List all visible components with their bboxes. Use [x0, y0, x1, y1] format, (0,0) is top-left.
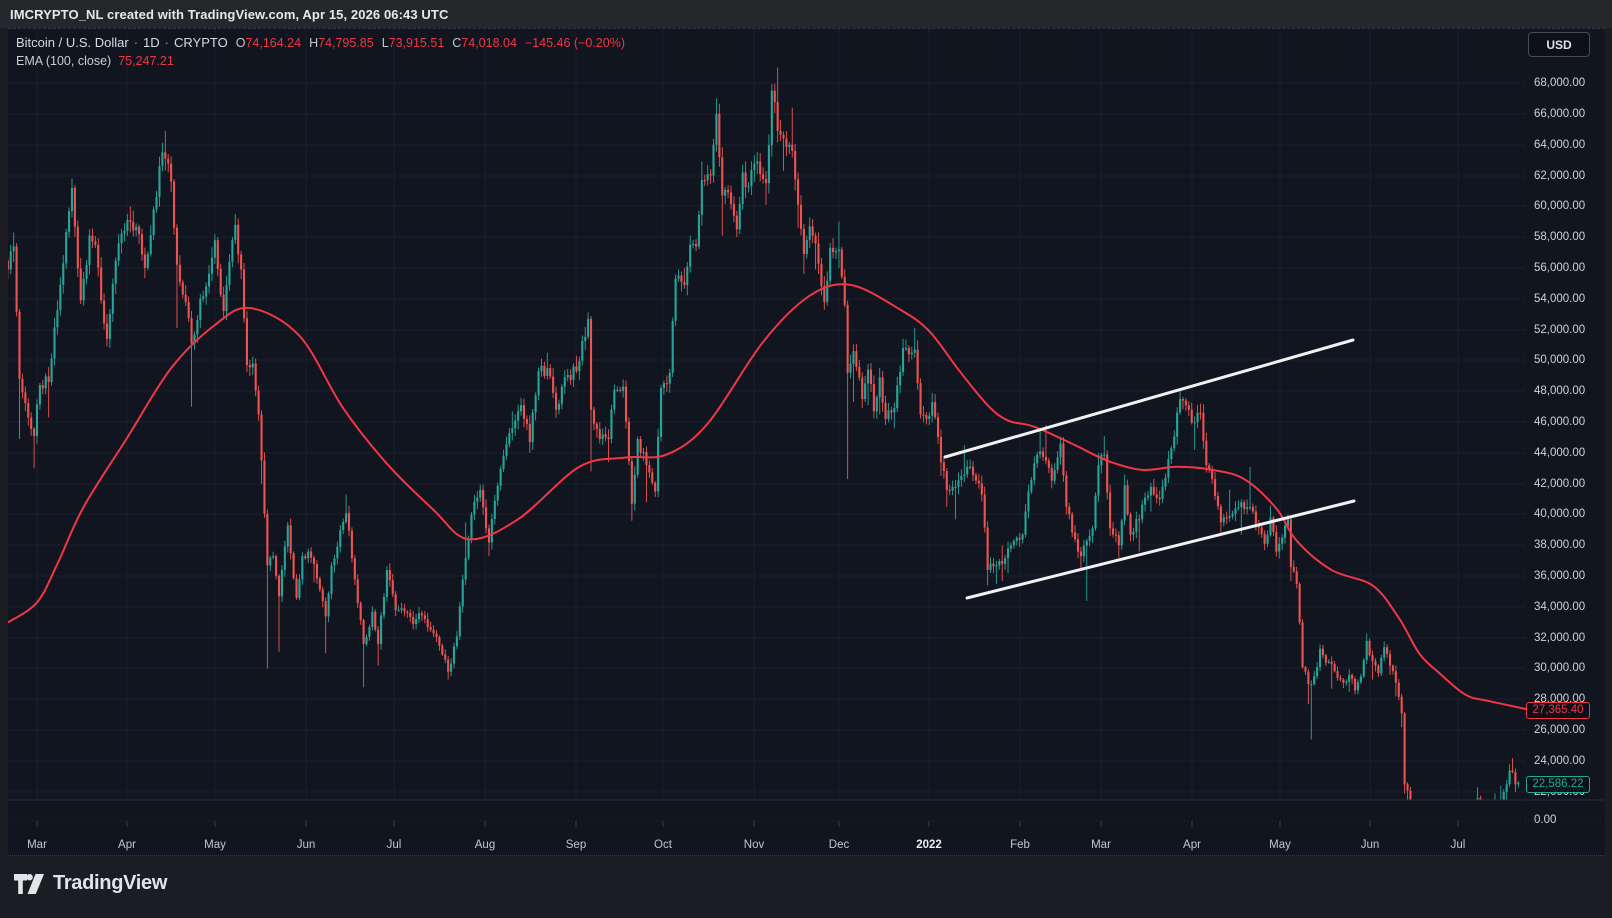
time-axis-label: Aug — [475, 836, 495, 854]
tradingview-logo-text: TradingView — [53, 872, 167, 895]
time-axis-label: Apr — [118, 836, 136, 854]
time-axis-label: Jul — [387, 836, 402, 854]
time-axis-label: Apr — [1183, 836, 1201, 854]
indicator-name[interactable]: EMA (100, close) — [16, 53, 111, 69]
price-axis-label: 42,000.00 — [1534, 476, 1604, 492]
price-axis-label: 54,000.00 — [1534, 291, 1604, 307]
ema-price-flag: 27,365.40 — [1526, 702, 1590, 719]
ohlc-open: O74,164.24 — [236, 35, 301, 51]
change-value: −145.46 (−0.20%) — [525, 35, 625, 51]
price-axis-label: 32,000.00 — [1534, 630, 1604, 646]
price-axis-label: 30,000.00 — [1534, 660, 1604, 676]
tradingview-logo[interactable]: TradingView — [14, 872, 167, 895]
price-axis-label: 64,000.00 — [1534, 137, 1604, 153]
price-axis-label: 0.00 — [1534, 812, 1604, 828]
price-axis-label: 48,000.00 — [1534, 383, 1604, 399]
time-axis-label: May — [1269, 836, 1291, 854]
separator-dot: · — [134, 35, 138, 51]
ohlc-high: H74,795.85 — [309, 35, 374, 51]
indicator-row: EMA (100, close) 75,247.21 — [16, 53, 625, 69]
time-axis-label: Mar — [1091, 836, 1111, 854]
price-axis-label: 24,000.00 — [1534, 753, 1604, 769]
last-price-flag: 22,586.22 — [1526, 776, 1590, 793]
price-axis-label: 34,000.00 — [1534, 599, 1604, 615]
time-axis-label: Oct — [654, 836, 672, 854]
exchange-label: CRYPTO — [174, 35, 228, 51]
time-axis-label: May — [204, 836, 226, 854]
symbol-row: Bitcoin / U.S. Dollar · 1D · CRYPTO O74,… — [16, 35, 625, 51]
price-axis-label: 60,000.00 — [1534, 198, 1604, 214]
time-axis-label: Jun — [297, 836, 316, 854]
time-axis-label: Mar — [27, 836, 47, 854]
time-axis-label: Jul — [1451, 836, 1466, 854]
price-axis-label: 56,000.00 — [1534, 260, 1604, 276]
separator-dot: · — [165, 35, 169, 51]
price-axis-label: 36,000.00 — [1534, 568, 1604, 584]
price-axis-label: 58,000.00 — [1534, 229, 1604, 245]
symbol-title[interactable]: Bitcoin / U.S. Dollar — [16, 35, 129, 51]
price-axis-label: 52,000.00 — [1534, 322, 1604, 338]
time-axis-label: Feb — [1010, 836, 1030, 854]
currency-button[interactable]: USD — [1528, 32, 1590, 57]
time-axis-label: Dec — [829, 836, 849, 854]
interval-label[interactable]: 1D — [143, 35, 160, 51]
tradingview-chart-screenshot: IMCRYPTO_NL created with TradingView.com… — [0, 0, 1612, 918]
tradingview-logo-icon — [14, 873, 44, 895]
price-axis-label: 62,000.00 — [1534, 168, 1604, 184]
time-axis-label: 2022 — [916, 836, 942, 854]
candlestick-plot[interactable] — [8, 29, 1605, 857]
price-axis-label: 46,000.00 — [1534, 414, 1604, 430]
chart-widget: Bitcoin / U.S. Dollar · 1D · CRYPTO O74,… — [8, 28, 1605, 856]
price-axis-label: 40,000.00 — [1534, 506, 1604, 522]
time-axis-label: Nov — [744, 836, 764, 854]
chart-legend: Bitcoin / U.S. Dollar · 1D · CRYPTO O74,… — [16, 35, 625, 71]
time-axis-label: Jun — [1361, 836, 1380, 854]
ohlc-close: C74,018.04 — [452, 35, 517, 51]
price-axis-label: 44,000.00 — [1534, 445, 1604, 461]
price-axis-label: 50,000.00 — [1534, 352, 1604, 368]
watermark-bar: IMCRYPTO_NL created with TradingView.com… — [0, 0, 1612, 28]
indicator-value: 75,247.21 — [118, 53, 174, 69]
price-axis-label: 66,000.00 — [1534, 106, 1604, 122]
price-axis-label: 26,000.00 — [1534, 722, 1604, 738]
price-axis-label: 38,000.00 — [1534, 537, 1604, 553]
ohlc-low: L73,915.51 — [382, 35, 445, 51]
watermark-text: IMCRYPTO_NL created with TradingView.com… — [10, 7, 448, 22]
price-axis-label: 68,000.00 — [1534, 75, 1604, 91]
time-axis-label: Sep — [566, 836, 586, 854]
